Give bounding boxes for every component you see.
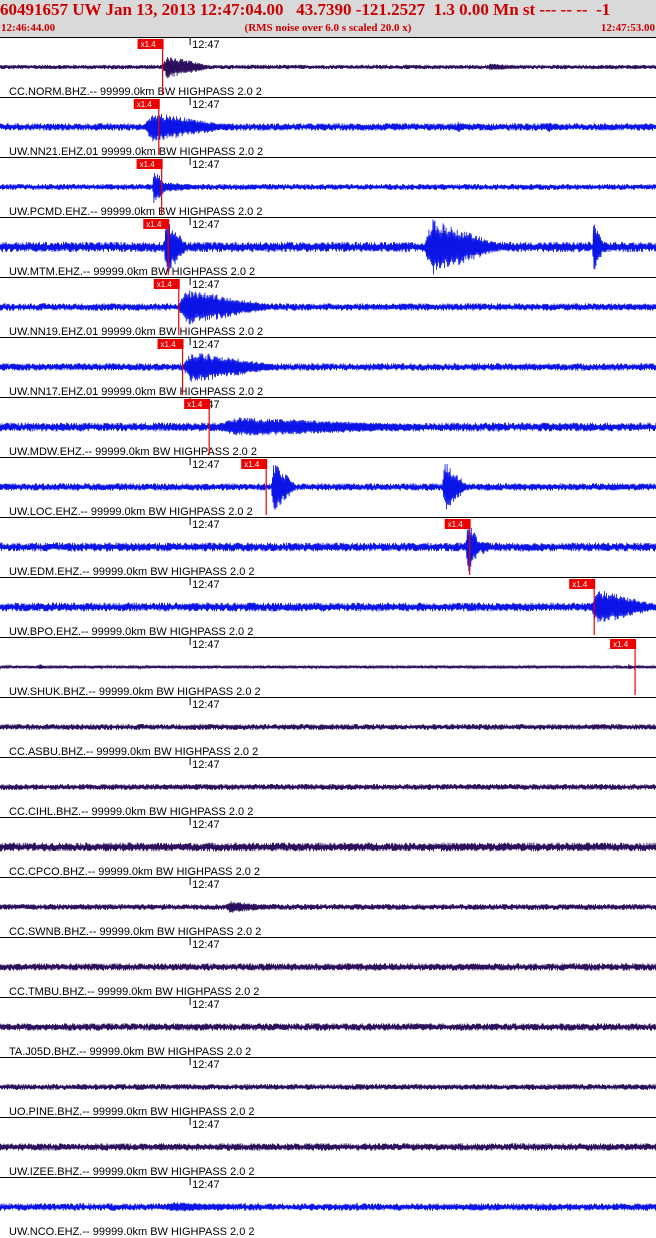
channel-label: UW.PCMD.EHZ.-- 99999.0km BW HIGHPASS 2.0… [9, 206, 262, 218]
waveform [0, 1143, 656, 1151]
channel-6: 12:47UW.MDW.EHZ.-- 99999.0km BW HIGHPASS… [0, 397, 656, 458]
pick-label: x1.4 [613, 640, 629, 649]
channel-label: UW.MDW.EHZ.-- 99999.0km BW HIGHPASS 2.0 … [9, 446, 257, 458]
waveform [0, 1023, 656, 1031]
time-tick-label: 12:47 [192, 519, 220, 531]
pick-label: x1.4 [244, 460, 260, 469]
time-tick-label: 12:47 [192, 1119, 220, 1131]
time-tick-label: 12:47 [192, 1179, 220, 1191]
channel-1: 12:47 UW.NN21.EHZ.01 99999.0km BW HIGHPAS… [0, 97, 656, 158]
channel-19: 12:47 UW.NCO.EHZ.-- 99999.0km BW HIGHPASS… [0, 1177, 656, 1238]
channel-label: UW.LOC.EHZ.-- 99999.0km BW HIGHPASS 2.0 … [9, 506, 253, 518]
channel-label: UW.NN21.EHZ.01 99999.0km BW HIGHPASS 2.0… [9, 146, 263, 158]
channel-4: 12:47 UW.NN19.EHZ.01 99999.0km BW HIGHPAS… [0, 277, 656, 338]
time-tick-label: 12:47 [192, 219, 220, 231]
time-tick-label: 12:47 [192, 39, 220, 51]
channel-label: CC.CPCO.BHZ.-- 99999.0km BW HIGHPASS 2.0… [9, 866, 260, 878]
time-tick-label: 12:47 [192, 1059, 220, 1071]
waveform [0, 723, 656, 731]
time-tick-label: 12:47 [192, 159, 220, 171]
channel-17: 12:47 UO.PINE.BHZ.-- 99999.0km BW HIGHPAS… [0, 1057, 656, 1118]
channel-label: UW.NN19.EHZ.01 99999.0km BW HIGHPASS 2.0… [9, 326, 263, 338]
channel-label: UW.NN17.EHZ.01 99999.0km BW HIGHPASS 2.0… [9, 386, 263, 398]
waveform [0, 527, 656, 572]
waveform [0, 463, 656, 510]
time-tick-label: 12:47 [192, 939, 220, 951]
event-title: 60491657 UW Jan 13, 2013 12:47:04.00 43.… [0, 0, 611, 19]
channel-label: UO.PINE.BHZ.-- 99999.0km BW HIGHPASS 2.0… [9, 1106, 255, 1118]
waveform [0, 963, 656, 971]
pick-label: x1.4 [141, 40, 157, 49]
header-bar: 60491657 UW Jan 13, 2013 12:47:04.00 43.… [0, 0, 656, 37]
end-time: 12:47:53.00 [600, 22, 655, 34]
time-tick-label: 12:47 [192, 459, 220, 471]
channel-label: UW.SHUK.BHZ.-- 99999.0km BW HIGHPASS 2.0… [9, 686, 261, 698]
pick-label: x1.4 [161, 340, 177, 349]
pick-label: x1.4 [137, 100, 153, 109]
waveform [0, 664, 656, 670]
channel-label: UW.EDM.EHZ.-- 99999.0km BW HIGHPASS 2.0 … [9, 566, 255, 578]
channel-label: CC.NORM.BHZ.-- 99999.0km BW HIGHPASS 2.0… [9, 86, 262, 98]
channel-7: 12:47 UW.LOC.EHZ.-- 99999.0km BW HIGHPASS… [0, 457, 656, 518]
waveform [0, 1083, 656, 1091]
waveform [0, 1202, 656, 1212]
channel-8: 12:47 UW.EDM.EHZ.-- 99999.0km BW HIGHPASS… [0, 517, 656, 578]
pick-label: x1.4 [572, 580, 588, 589]
waveform [0, 57, 656, 78]
channel-label: CC.SWNB.BHZ.-- 99999.0km BW HIGHPASS 2.0… [9, 926, 261, 938]
waveform [0, 173, 656, 203]
seismogram-plot: 12:47CC.NORM.BHZ.-- 99999.0km BW HIGHPAS… [0, 37, 656, 1238]
time-tick-label: 12:47 [192, 279, 220, 291]
pick-label: x1.4 [140, 160, 156, 169]
channel-16: 12:47 TA.J05D.BHZ.-- 99999.0km BW HIGHPAS… [0, 997, 656, 1058]
waveform [0, 114, 656, 142]
waveform [0, 842, 656, 852]
time-tick-label: 12:47 [192, 99, 220, 111]
time-tick-label: 12:47 [192, 759, 220, 771]
channel-label: CC.TMBU.BHZ.-- 99999.0km BW HIGHPASS 2.0… [9, 986, 259, 998]
channel-label: UW.BPO.EHZ.-- 99999.0km BW HIGHPASS 2.0 … [9, 626, 253, 638]
pick-label: x1.4 [187, 400, 203, 409]
channel-9: 12:47 UW.BPO.EHZ.-- 99999.0km BW HIGHPASS… [0, 577, 656, 638]
scale-note: (RMS noise over 6.0 s scaled 20.0 x) [244, 22, 412, 34]
time-tick-label: 12:47 [192, 999, 220, 1011]
channel-label: CC.CIHL.BHZ.-- 99999.0km BW HIGHPASS 2.0… [9, 806, 253, 818]
pick-label: x1.4 [157, 280, 173, 289]
channel-label: UW.NCO.EHZ.-- 99999.0km BW HIGHPASS 2.0 … [9, 1226, 255, 1238]
time-tick-label: 12:47 [192, 639, 220, 651]
channel-13: 12:47 CC.CPCO.BHZ.-- 99999.0km BW HIGHPAS… [0, 817, 656, 878]
time-tick-label: 12:47 [192, 699, 220, 711]
channel-2: 12:47 UW.PCMD.EHZ.-- 99999.0km BW HIGHPAS… [0, 157, 656, 218]
waveform [0, 353, 656, 382]
channel-14: 12:47 CC.SWNB.BHZ.-- 99999.0km BW HIGHPAS… [0, 877, 656, 938]
channel-15: 12:47 CC.TMBU.BHZ.-- 99999.0km BW HIGHPAS… [0, 937, 656, 998]
channel-3: 12:47 UW.MTM.EHZ.-- 99999.0km BW HIGHPASS… [0, 217, 656, 278]
time-tick-label: 12:47 [192, 819, 220, 831]
channel-12: 12:47 CC.CIHL.BHZ.-- 99999.0km BW HIGHPAS… [0, 757, 656, 818]
waveform [0, 417, 656, 436]
channel-label: UW.IZEE.BHZ.-- 99999.0km BW HIGHPASS 2.0… [9, 1166, 255, 1178]
time-tick-label: 12:47 [192, 339, 220, 351]
channel-11: 12:47 CC.ASBU.BHZ.-- 99999.0km BW HIGHPAS… [0, 697, 656, 758]
channel-18: 12:47 UW.IZEE.BHZ.-- 99999.0km BW HIGHPAS… [0, 1117, 656, 1178]
time-tick-label: 12:47 [192, 579, 220, 591]
time-tick-label: 12:47 [192, 879, 220, 891]
waveform [0, 290, 656, 325]
pick-label: x1.4 [146, 220, 162, 229]
channel-label: CC.ASBU.BHZ.-- 99999.0km BW HIGHPASS 2.0… [9, 746, 258, 758]
channel-0: 12:47 CC.NORM.BHZ.-- 99999.0km BW HIGHPAS… [0, 37, 656, 98]
channel-label: UW.MTM.EHZ.-- 99999.0km BW HIGHPASS 2.0 … [9, 266, 255, 278]
waveform [0, 591, 656, 623]
channel-10: 12:47 UW.SHUK.BHZ.-- 99999.0km BW HIGHPAS… [0, 637, 656, 698]
channel-5: 12:47 UW.NN17.EHZ.01 99999.0km BW HIGHPAS… [0, 337, 656, 398]
waveform [0, 901, 656, 913]
pick-label: x1.4 [448, 520, 464, 529]
channel-label: TA.J05D.BHZ.-- 99999.0km BW HIGHPASS 2.0… [9, 1046, 251, 1058]
waveform [0, 783, 656, 791]
